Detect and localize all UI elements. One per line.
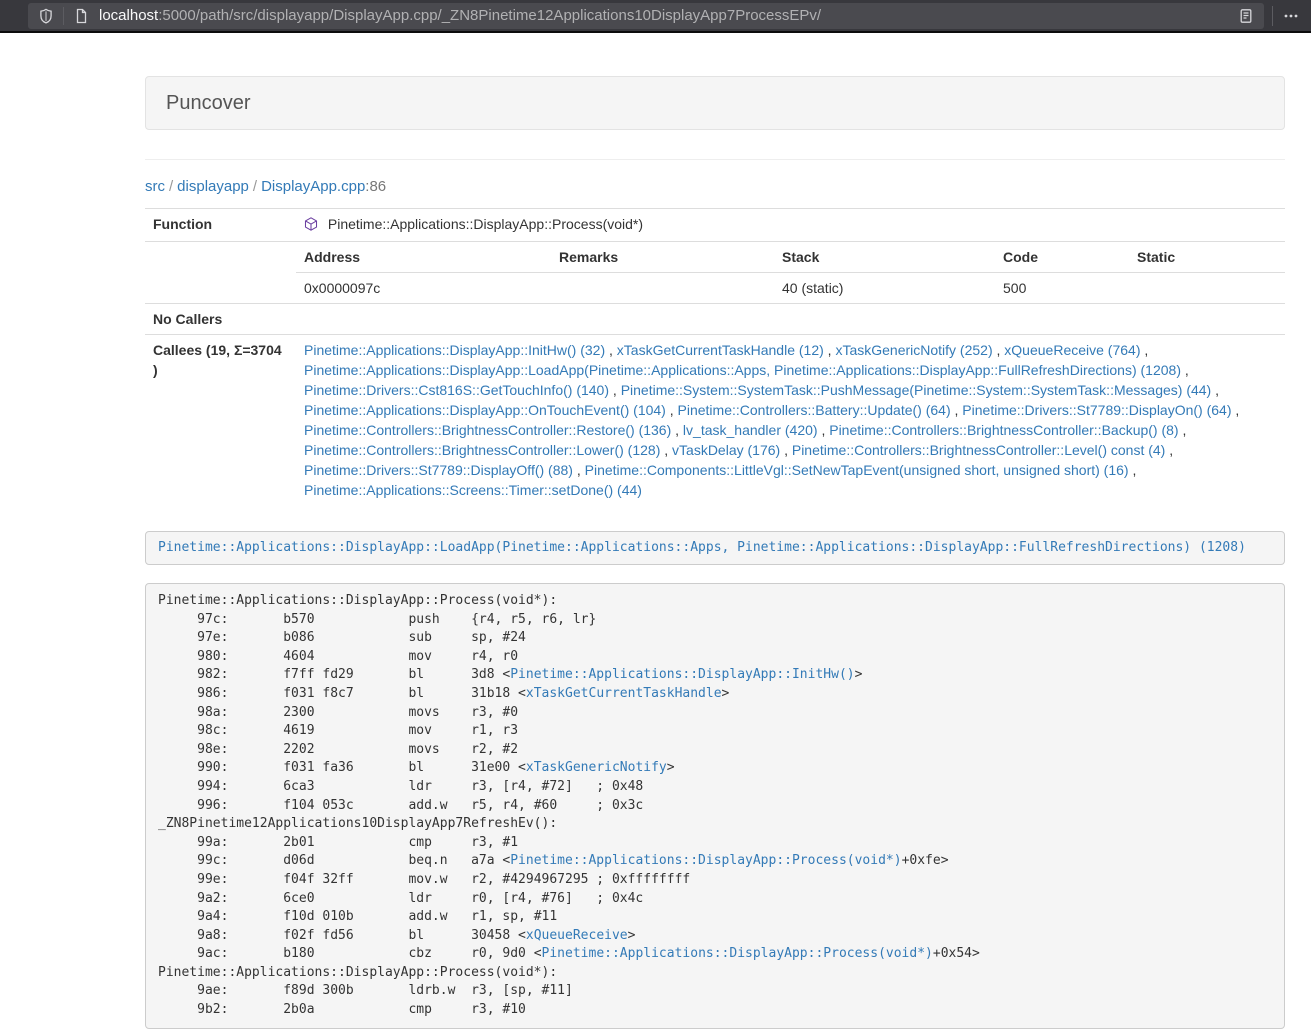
callee-link[interactable]: Pinetime::Applications::DisplayApp::Init… <box>304 342 605 358</box>
function-table: Function Pinetime::Applications::Display… <box>145 208 1285 505</box>
callee-link[interactable]: Pinetime::Drivers::St7789::DisplayOn() (… <box>962 402 1231 418</box>
callee-link[interactable]: Pinetime::Controllers::BrightnessControl… <box>304 422 671 438</box>
url-text[interactable]: localhost:5000/path/src/displayapp/Displ… <box>99 7 1236 24</box>
callees-row: Callees (19, Σ=3704 ) Pinetime::Applicat… <box>145 335 1285 506</box>
url-path: :5000/path/src/displayapp/DisplayApp.cpp… <box>158 7 821 24</box>
callee-link[interactable]: Pinetime::Drivers::St7789::DisplayOff() … <box>304 462 573 478</box>
cube-icon <box>304 218 322 234</box>
stats-value-remarks <box>551 273 774 304</box>
callee-link[interactable]: Pinetime::Components::LittleVgl::SetNewT… <box>585 462 1129 478</box>
callee-link[interactable]: xTaskGetCurrentTaskHandle (12) <box>617 342 824 358</box>
page-info-icon[interactable] <box>71 6 91 26</box>
stats-row: Address Remarks Stack Code Static 0x0000… <box>145 242 1285 304</box>
stats-value-code: 500 <box>995 273 1129 304</box>
reader-mode-icon[interactable] <box>1236 6 1256 26</box>
browser-toolbar: localhost:5000/path/src/displayapp/Displ… <box>0 0 1311 33</box>
assembly-symbol-link[interactable]: Pinetime::Applications::DisplayApp::Init… <box>510 667 854 682</box>
assembly-symbol-link[interactable]: xTaskGetCurrentTaskHandle <box>526 686 722 701</box>
callee-link[interactable]: Pinetime::Drivers::Cst816S::GetTouchInfo… <box>304 382 609 398</box>
stats-header-address: Address <box>296 242 551 273</box>
loadapp-panel: Pinetime::Applications::DisplayApp::Load… <box>145 531 1285 565</box>
divider <box>145 159 1285 160</box>
site-header: Puncover <box>145 76 1285 130</box>
page-body: Puncover src/displayapp/DisplayApp.cpp:8… <box>0 76 1311 1029</box>
function-name: Pinetime::Applications::DisplayApp::Proc… <box>328 216 643 232</box>
stats-header-static: Static <box>1129 242 1285 273</box>
url-bar[interactable]: localhost:5000/path/src/displayapp/Displ… <box>28 3 1264 29</box>
breadcrumb-link-src[interactable]: src <box>145 178 165 195</box>
stats-value-static <box>1129 273 1285 304</box>
stats-header-code: Code <box>995 242 1129 273</box>
no-callers-row: No Callers <box>145 304 1285 335</box>
toolbar-divider <box>1272 6 1273 26</box>
assembly-listing: Pinetime::Applications::DisplayApp::Proc… <box>145 583 1285 1029</box>
no-callers-label: No Callers <box>145 304 296 335</box>
callee-link[interactable]: Pinetime::System::SystemTask::PushMessag… <box>621 382 1212 398</box>
breadcrumb-link-displayapp[interactable]: displayapp <box>177 178 249 195</box>
callee-link[interactable]: Pinetime::Controllers::BrightnessControl… <box>829 422 1178 438</box>
function-row: Function Pinetime::Applications::Display… <box>145 209 1285 242</box>
site-title[interactable]: Puncover <box>166 92 251 114</box>
callee-link[interactable]: xQueueReceive (764) <box>1004 342 1140 358</box>
callees-list: Pinetime::Applications::DisplayApp::Init… <box>296 335 1285 506</box>
callee-link[interactable]: Pinetime::Controllers::BrightnessControl… <box>304 442 660 458</box>
breadcrumb: src/displayapp/DisplayApp.cpp:86 <box>145 176 1285 197</box>
overflow-menu-icon[interactable] <box>1281 6 1301 26</box>
stats-table: Address Remarks Stack Code Static 0x0000… <box>296 242 1285 303</box>
callee-link[interactable]: Pinetime::Controllers::BrightnessControl… <box>792 442 1165 458</box>
loadapp-link[interactable]: Pinetime::Applications::DisplayApp::Load… <box>158 540 1246 555</box>
callee-link[interactable]: vTaskDelay (176) <box>672 442 780 458</box>
callee-link[interactable]: Pinetime::Applications::DisplayApp::Load… <box>304 362 1181 378</box>
stats-value-stack: 40 (static) <box>774 273 995 304</box>
breadcrumb-separator: / <box>253 178 257 195</box>
stats-values-row: 0x0000097c 40 (static) 500 <box>296 273 1285 304</box>
assembly-symbol-link[interactable]: Pinetime::Applications::DisplayApp::Proc… <box>542 946 933 961</box>
breadcrumb-separator: / <box>169 178 173 195</box>
callee-link[interactable]: lv_task_handler (420) <box>683 422 818 438</box>
assembly-symbol-link[interactable]: Pinetime::Applications::DisplayApp::Proc… <box>510 853 901 868</box>
function-label: Function <box>145 209 296 242</box>
stats-header-remarks: Remarks <box>551 242 774 273</box>
callees-label: Callees (19, Σ=3704 ) <box>145 335 296 506</box>
url-host: localhost <box>99 7 158 24</box>
stats-value-address: 0x0000097c <box>296 273 551 304</box>
urlbar-divider <box>63 7 64 25</box>
breadcrumb-line-number: :86 <box>365 178 386 195</box>
callee-link[interactable]: Pinetime::Applications::Screens::Timer::… <box>304 482 642 498</box>
shield-icon[interactable] <box>36 6 56 26</box>
breadcrumb-link-file[interactable]: DisplayApp.cpp <box>261 178 365 195</box>
stats-header-stack: Stack <box>774 242 995 273</box>
callee-link[interactable]: Pinetime::Applications::DisplayApp::OnTo… <box>304 402 666 418</box>
callee-link[interactable]: xTaskGenericNotify (252) <box>835 342 992 358</box>
assembly-symbol-link[interactable]: xTaskGenericNotify <box>526 760 667 775</box>
callee-link[interactable]: Pinetime::Controllers::Battery::Update()… <box>678 402 951 418</box>
assembly-symbol-link[interactable]: xQueueReceive <box>526 928 628 943</box>
